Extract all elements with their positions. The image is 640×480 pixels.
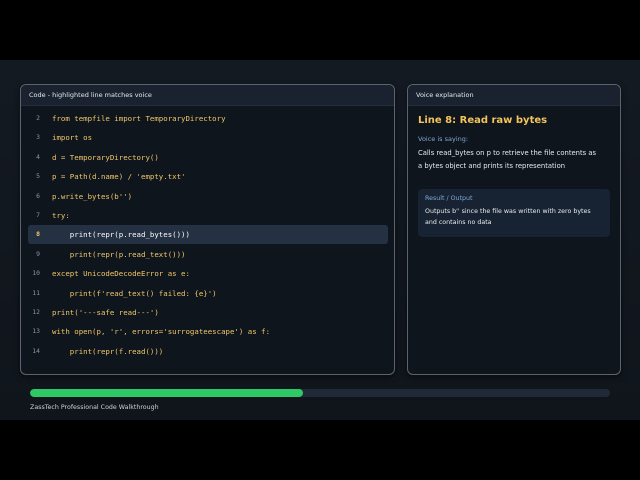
code-line: 7 try: [28,206,388,225]
code-text: print(repr(p.read_text())) [52,249,186,259]
voice-panel-title: Voice explanation [408,85,620,106]
line-number: 3 [36,133,40,142]
code-line: 6 p.write_bytes(b'') [28,187,388,206]
result-text: Outputs b'' since the file was written w… [425,208,591,226]
progress-bar[interactable] [30,389,610,397]
line-number: 5 [36,172,40,181]
code-listing: 2 from tempfile import TemporaryDirectory… [21,107,394,374]
voice-heading: Line 8: Read raw bytes [418,115,548,126]
voice-saying-text: Calls read_bytes on p to retrieve the fi… [418,149,597,170]
line-number: 7 [36,211,40,219]
line-number: 13 [32,327,40,336]
code-text: print(repr(f.read())) [52,346,164,356]
result-label: Result / Output [425,195,473,202]
line-number: 10 [32,269,40,278]
voice-panel: Voice explanation Line 8: Read raw bytes… [407,84,621,375]
code-text: d = TemporaryDirectory() [52,152,159,162]
code-line: 5 p = Path(d.name) / 'empty.txt' [28,167,388,186]
code-line: 12 print('---safe read---') [28,303,388,322]
line-number: 4 [36,152,40,161]
line-number: 9 [36,249,40,258]
code-text: from tempfile import TemporaryDirectory [52,114,226,123]
code-line: 10 except UnicodeDecodeError as e: [28,264,388,283]
line-number: 12 [32,308,40,316]
code-text: print(repr(p.read_bytes())) [52,230,190,240]
code-text: print(f'read_text() failed: {e}') [52,288,217,298]
code-line: 4 d = TemporaryDirectory() [28,148,388,167]
code-line: 14 print(repr(f.read())) [28,342,388,361]
line-number: 11 [32,288,40,297]
code-line: 2 from tempfile import TemporaryDirectory [28,109,388,128]
line-number: 14 [32,346,40,355]
code-panel: Code - highlighted line matches voice 2 f… [20,84,395,375]
code-text: print('---safe read---') [52,308,159,317]
code-line: 13 with open(p, 'r', errors='surrogateesc… [28,322,388,341]
line-number: 6 [36,191,40,200]
line-number: 8 [36,230,40,239]
code-panel-title: Code - highlighted line matches voice [21,85,394,106]
walkthrough-stage: Code - highlighted line matches voice 2 f… [0,60,640,420]
code-text: p.write_bytes(b'') [52,191,133,201]
voice-saying-label: Voice is saying: [418,135,469,143]
result-box: Result / Output Outputs b'' since the fi… [418,189,610,237]
progress-fill [30,389,303,397]
footer-brand: ZassTech Professional Code Walkthrough [30,404,159,411]
code-text: except UnicodeDecodeError as e: [52,269,190,279]
code-text: p = Path(d.name) / 'empty.txt' [52,172,186,182]
code-text: try: [52,211,70,220]
code-line: 3 import os [28,128,388,147]
code-text: with open(p, 'r', errors='surrogateescap… [52,327,271,337]
code-text: import os [52,133,93,143]
code-line: 11 print(f'read_text() failed: {e}') [28,284,388,303]
line-number: 2 [36,114,40,122]
code-line: 9 print(repr(p.read_text())) [28,245,388,264]
code-line-highlighted: 8 print(repr(p.read_bytes())) [28,225,388,245]
